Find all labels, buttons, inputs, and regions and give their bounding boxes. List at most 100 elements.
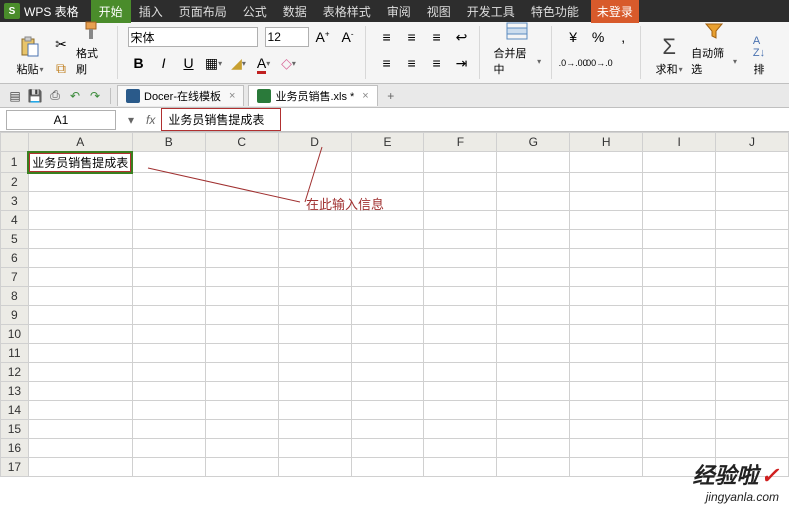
cell[interactable] [205,173,278,192]
cell[interactable] [278,401,351,420]
cell[interactable] [643,287,716,306]
row-header[interactable]: 17 [1,458,29,477]
cell[interactable] [643,325,716,344]
cell[interactable] [28,249,132,268]
font-size-select[interactable] [265,27,309,47]
cell[interactable] [570,173,643,192]
cell[interactable] [28,401,132,420]
cell[interactable] [497,401,570,420]
cell[interactable] [424,249,497,268]
cell[interactable] [497,420,570,439]
cell[interactable] [716,306,789,325]
align-left-button[interactable]: ≡ [376,52,398,74]
cell[interactable] [643,363,716,382]
cell[interactable] [643,401,716,420]
copy-button[interactable]: ⧉ [50,57,72,79]
align-top-button[interactable]: ≡ [376,26,398,48]
col-header-I[interactable]: I [643,133,716,152]
cell[interactable] [497,382,570,401]
cell[interactable] [278,439,351,458]
cell[interactable] [351,287,424,306]
row-header[interactable]: 14 [1,401,29,420]
cell[interactable] [424,306,497,325]
col-header-G[interactable]: G [497,133,570,152]
cell[interactable] [570,363,643,382]
row-header[interactable]: 11 [1,344,29,363]
row-header[interactable]: 10 [1,325,29,344]
comma-button[interactable]: , [612,26,634,48]
col-header-H[interactable]: H [570,133,643,152]
select-all-corner[interactable] [1,133,29,152]
cell[interactable] [28,268,132,287]
cell[interactable] [351,458,424,477]
cell[interactable] [716,401,789,420]
sort-button[interactable]: AZ↓ 排 [741,33,777,79]
row-header[interactable]: 15 [1,420,29,439]
cell[interactable] [132,363,205,382]
cell[interactable] [424,382,497,401]
cell[interactable] [132,152,205,173]
cell[interactable] [351,363,424,382]
cell[interactable] [205,211,278,230]
cell[interactable] [351,173,424,192]
italic-button[interactable]: I [153,52,175,74]
cell[interactable] [643,382,716,401]
cell[interactable] [28,306,132,325]
cell[interactable] [205,420,278,439]
cell[interactable] [570,325,643,344]
cell[interactable] [205,363,278,382]
cell[interactable] [28,192,132,211]
cell[interactable] [716,363,789,382]
cell[interactable] [205,458,278,477]
cell[interactable] [570,249,643,268]
col-header-D[interactable]: D [278,133,351,152]
cell[interactable] [132,249,205,268]
cell[interactable] [28,458,132,477]
col-header-E[interactable]: E [351,133,424,152]
menu-data[interactable]: 数据 [275,0,315,23]
cell[interactable] [351,230,424,249]
col-header-A[interactable]: A [28,133,132,152]
cell[interactable] [351,268,424,287]
row-header[interactable]: 9 [1,306,29,325]
cell[interactable] [424,192,497,211]
cell[interactable] [205,401,278,420]
cell[interactable] [278,363,351,382]
cell[interactable] [643,230,716,249]
cell[interactable] [497,363,570,382]
cell[interactable] [643,420,716,439]
underline-button[interactable]: U [178,52,200,74]
cell[interactable] [351,306,424,325]
cell[interactable] [132,439,205,458]
cell[interactable] [716,287,789,306]
decrease-font-button[interactable]: A- [337,26,359,48]
close-icon[interactable]: × [362,90,368,102]
cell[interactable] [570,211,643,230]
cell[interactable] [28,439,132,458]
doc-tab-xls[interactable]: 业务员销售.xls * × [248,85,377,106]
menu-formula[interactable]: 公式 [235,0,275,23]
cell[interactable] [716,420,789,439]
redo-button[interactable]: ↷ [86,87,104,105]
new-button[interactable]: ▤ [6,87,24,105]
cell[interactable] [351,325,424,344]
cell[interactable] [132,192,205,211]
font-name-select[interactable] [128,27,258,47]
formula-input[interactable]: 业务员销售提成表 [161,108,281,131]
cell[interactable] [132,458,205,477]
cell[interactable] [205,230,278,249]
currency-button[interactable]: ¥ [562,26,584,48]
row-header[interactable]: 16 [1,439,29,458]
cell[interactable] [643,173,716,192]
cell[interactable] [643,211,716,230]
cell[interactable] [132,325,205,344]
cell[interactable] [497,230,570,249]
cell[interactable] [132,382,205,401]
cell[interactable] [205,382,278,401]
menu-page-layout[interactable]: 页面布局 [171,0,235,23]
save-button[interactable]: 💾 [26,87,44,105]
row-header[interactable]: 1 [1,152,29,173]
cell-reference-box[interactable] [6,110,116,130]
dropdown-button[interactable]: ▾ [122,113,140,127]
cell[interactable] [424,230,497,249]
